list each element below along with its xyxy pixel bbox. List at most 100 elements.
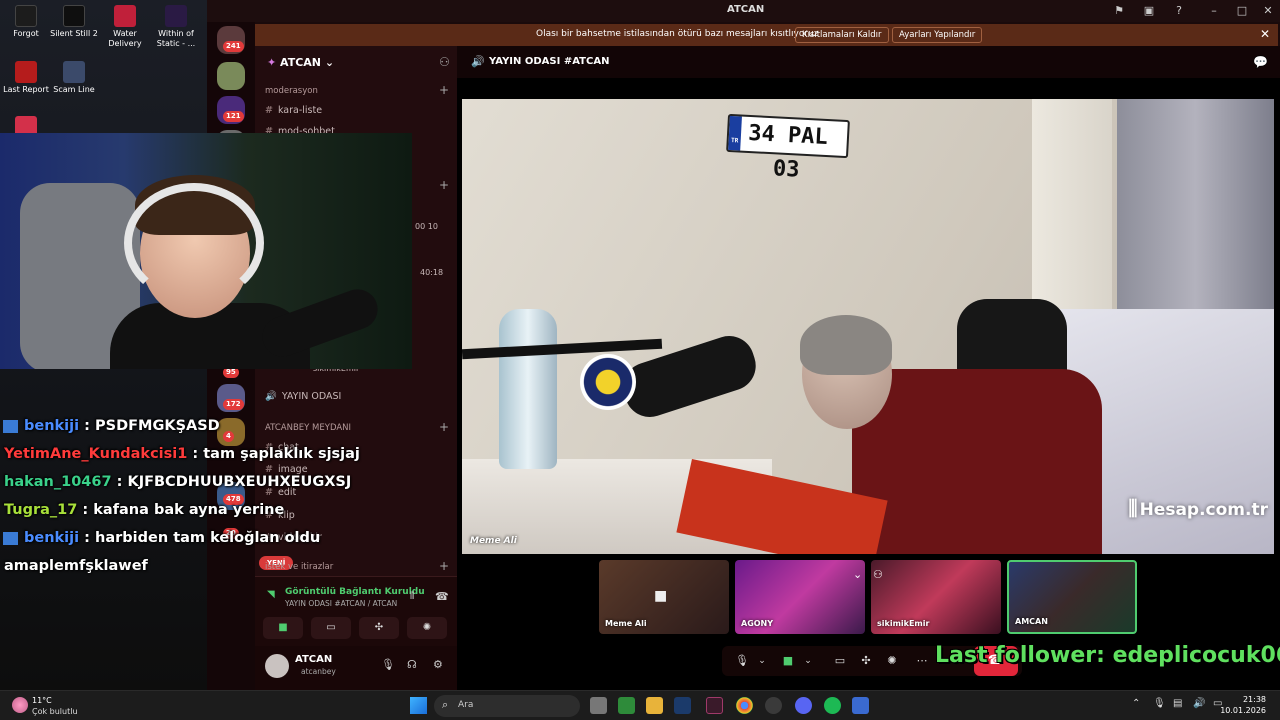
add-channel-icon[interactable]: + — [439, 83, 449, 97]
task-view-icon[interactable] — [590, 697, 607, 714]
channel-kara-liste[interactable]: # kara-liste — [265, 105, 322, 116]
chevron-down-icon[interactable]: ⌄ — [752, 652, 772, 670]
file-explorer-icon[interactable] — [646, 697, 663, 714]
channel-header: 🔊 YAYIN ODASI #ATCAN 💬 — [457, 46, 1280, 78]
app-icon[interactable] — [765, 697, 782, 714]
desktop-icon-within-of-static[interactable]: Within of Static - ... — [150, 5, 202, 49]
add-channel-icon[interactable]: + — [439, 420, 449, 434]
add-user-icon[interactable]: ⚇ — [873, 568, 883, 581]
user-tag: atcanbey — [301, 667, 336, 676]
microphone-icon[interactable]: 🎙 — [381, 658, 395, 671]
server-icon[interactable] — [217, 62, 245, 90]
hash-icon: # — [265, 105, 273, 116]
chat-username: hakan_10467 — [4, 474, 112, 490]
clock-date: 10.01.2026 — [1220, 706, 1266, 715]
spotify-app-icon[interactable] — [824, 697, 841, 714]
camera-icon[interactable]: ■ — [778, 652, 798, 670]
system-clock[interactable]: 21:38 10.01.2026 — [1220, 694, 1266, 716]
configure-settings-button[interactable]: Ayarları Yapılandır — [892, 27, 983, 43]
close-notice-icon[interactable]: ✕ — [1260, 27, 1270, 41]
chrome-app-icon[interactable] — [736, 697, 753, 714]
headphones-icon[interactable]: ☊ — [407, 658, 417, 671]
participant-tile-amcan[interactable]: AMCAN — [1007, 560, 1137, 634]
server-name[interactable]: ✦ ATCAN ⌄ — [267, 56, 334, 69]
stream-owner-label: Meme Ali — [470, 536, 517, 546]
invite-people-icon[interactable]: ⚇ — [439, 55, 450, 69]
add-channel-icon[interactable]: + — [439, 178, 449, 192]
activities-button[interactable]: ✣ — [359, 617, 399, 639]
chat-bubble-icon[interactable]: 💬 — [1253, 55, 1268, 69]
plate-country-code: TR — [728, 115, 742, 151]
voice-connection-panel: ◥ Görüntülü Bağlantı Kuruldu YAYIN ODASI… — [255, 576, 457, 646]
title-bar: ATCAN ⚑ ▣ ? – □ ✕ — [207, 0, 1280, 22]
chat-badge-icon — [3, 531, 18, 545]
microphone-icon[interactable]: 🎙 — [1153, 698, 1166, 709]
channel-label: YAYIN ODASI — [281, 391, 342, 402]
streamer-webcam-overlay — [0, 133, 412, 369]
voice-stage-area: 🔊 YAYIN ODASI #ATCAN 💬 TR 34 PAL 03 Meme… — [457, 46, 1280, 690]
participant-tile-agony[interactable]: ⌄ AGONY — [735, 560, 865, 634]
username: ATCAN — [295, 654, 333, 665]
start-button[interactable] — [410, 697, 427, 714]
chevron-up-icon[interactable]: ⌃ — [1132, 698, 1140, 709]
camera-button[interactable]: ■ — [263, 617, 303, 639]
channel-yayin-odasi[interactable]: 🔊 YAYIN ODASI — [265, 391, 341, 402]
close-window-icon[interactable]: ✕ — [1261, 4, 1275, 18]
chat-text: kafana bak ayna yerine — [93, 502, 285, 518]
chat-username: benkiji — [24, 530, 80, 546]
add-channel-icon[interactable]: + — [439, 559, 449, 573]
app-icon[interactable] — [852, 697, 869, 714]
more-options-icon[interactable]: ⋯ — [912, 652, 932, 670]
volume-icon[interactable]: 🔊 — [1193, 698, 1205, 709]
stream-time: 00 10 — [415, 222, 438, 231]
clock-time: 21:38 — [1242, 695, 1266, 704]
steam-app-icon[interactable] — [674, 697, 691, 714]
avatar[interactable] — [265, 654, 289, 678]
chat-text: KJFBCDHUUBXEUHXEUGXSJ — [127, 474, 352, 490]
license-plate: TR 34 PAL 03 — [726, 113, 850, 183]
notice-message: Olası bir bahsetme istilasından ötürü ba… — [536, 29, 819, 39]
minecraft-app-icon[interactable] — [618, 697, 635, 714]
maximize-icon[interactable]: □ — [1235, 4, 1249, 18]
screen: Forgot Silent Still 2 Water Delivery Wit… — [0, 0, 1280, 720]
remove-restrictions-button[interactable]: Kısıtlamaları Kaldır — [795, 27, 889, 43]
network-icon[interactable]: ▤ — [1173, 698, 1182, 709]
chevron-down-icon[interactable]: ⌄ — [798, 652, 818, 670]
chat-username: YetimAne_Kundakcisi1 — [4, 446, 188, 462]
desktop-icon-silent-still[interactable]: Silent Still 2 — [48, 5, 100, 39]
soundboard-icon[interactable]: ✺ — [882, 652, 902, 670]
voice-channel-path[interactable]: YAYIN ODASI #ATCAN / ATCAN — [285, 599, 397, 608]
desktop-icon-water-delivery[interactable]: Water Delivery — [99, 5, 151, 49]
activities-icon[interactable]: ✣ — [856, 652, 876, 670]
participant-name: Meme Ali — [605, 619, 647, 628]
discord-app-icon[interactable] — [795, 697, 812, 714]
taskbar-search[interactable]: ⌕ Ara — [434, 695, 580, 717]
participant-tile-meme-ali[interactable]: ■ Meme Ali — [599, 560, 729, 634]
minimize-icon[interactable]: – — [1207, 4, 1221, 18]
inbox-icon[interactable]: ⚑ — [1112, 4, 1126, 18]
settings-gear-icon[interactable]: ⚙ — [433, 658, 443, 671]
desktop-icon-forgot[interactable]: Forgot — [0, 5, 52, 39]
chevron-down-icon[interactable]: ⌄ — [853, 568, 862, 581]
desktop-icon-last-report[interactable]: Last Report — [0, 61, 52, 95]
hesap-logo-icon: ⫼ — [1128, 496, 1138, 520]
microphone-icon[interactable]: 🎙 — [732, 652, 752, 670]
screen-share-button[interactable]: ▭ — [311, 617, 351, 639]
channel-label: kara-liste — [277, 105, 323, 116]
category-moderasyon[interactable]: moderasyon — [265, 86, 318, 96]
screen-share-icon[interactable]: ▭ — [830, 652, 850, 670]
screen-share-icon[interactable]: ▣ — [1142, 4, 1156, 18]
focused-video-stream[interactable]: TR 34 PAL 03 Meme Ali ⫼ Hesap.com.tr — [462, 99, 1274, 554]
person-hair — [800, 315, 892, 375]
app-icon[interactable] — [706, 697, 723, 714]
desktop-icon-scam-line[interactable]: Scam Line — [48, 61, 100, 95]
participant-name: AGONY — [741, 619, 774, 628]
participant-tile-sikimikemir[interactable]: ⚇ sikimikEmir — [871, 560, 1001, 634]
noise-suppression-icon[interactable]: ⫴ — [410, 591, 414, 602]
water-delivery-app-icon — [114, 5, 136, 27]
weather-temperature: 11°C — [32, 696, 52, 705]
help-icon[interactable]: ? — [1172, 4, 1186, 18]
desktop-icon-label: Water Delivery — [108, 29, 142, 48]
soundboard-button[interactable]: ✺ — [407, 617, 447, 639]
disconnect-icon[interactable]: ☎ — [435, 590, 449, 603]
